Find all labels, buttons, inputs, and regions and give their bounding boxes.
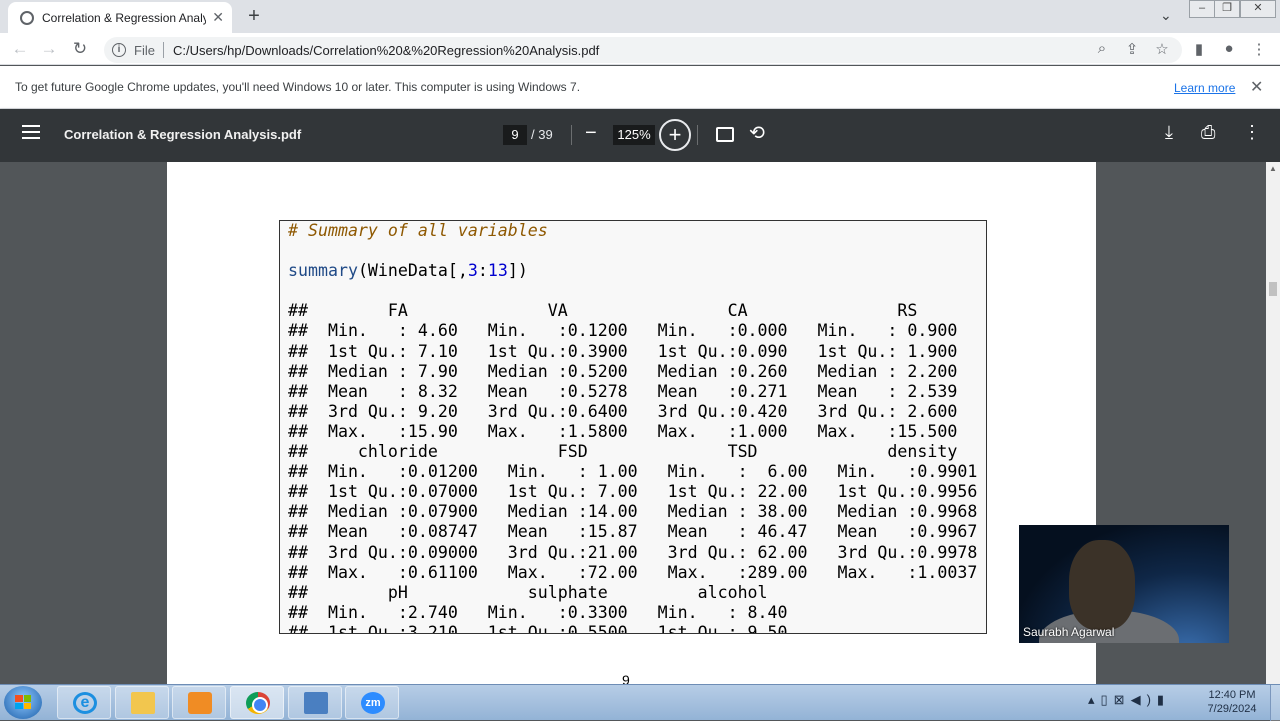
page-footer-number: 9 bbox=[622, 672, 630, 684]
rotate-icon[interactable]: ⟲ bbox=[749, 122, 765, 145]
clock-date: 7/29/2024 bbox=[1207, 703, 1257, 715]
zoom-magnifier-icon[interactable]: ⌕ bbox=[1093, 40, 1111, 57]
code-comment: # Summary of all variables bbox=[288, 221, 548, 240]
info-icon[interactable]: i bbox=[112, 43, 126, 57]
side-panel-icon[interactable]: ▮ bbox=[1190, 40, 1208, 58]
output-line: ## Max. :0.61100 Max. :72.00 Max. :289.0… bbox=[288, 562, 978, 582]
new-tab-button[interactable]: + bbox=[244, 5, 264, 28]
hamburger-menu-icon[interactable] bbox=[22, 125, 40, 143]
start-button[interactable] bbox=[4, 686, 42, 719]
download-icon[interactable]: ⤓ bbox=[1165, 122, 1173, 143]
update-infobar: To get future Google Chrome updates, you… bbox=[0, 66, 1280, 109]
output-line: ## pH sulphate alcohol bbox=[288, 582, 768, 602]
tab-search-chevron-icon[interactable]: ⌄ bbox=[1160, 7, 1172, 24]
folder-icon bbox=[131, 692, 155, 714]
taskbar-remote-desktop[interactable] bbox=[288, 686, 342, 719]
code-block: # Summary of all variables summary(WineD… bbox=[279, 220, 987, 634]
output-line: ## 3rd Qu.:0.09000 3rd Qu.:21.00 3rd Qu.… bbox=[288, 542, 978, 562]
taskbar-zoom[interactable]: zm bbox=[345, 686, 399, 719]
url-text[interactable]: C:/Users/hp/Downloads/Correlation%20&%20… bbox=[173, 43, 599, 58]
page-total: / 39 bbox=[531, 127, 553, 142]
system-tray-icons[interactable]: ▴▯⊠◀)▮ bbox=[1088, 692, 1170, 708]
address-separator bbox=[162, 42, 164, 58]
output-line: ## Mean : 8.32 Mean :0.5278 Mean :0.271 … bbox=[288, 381, 958, 401]
bookmark-star-icon[interactable]: ☆ bbox=[1153, 40, 1171, 58]
remote-desktop-icon bbox=[304, 692, 328, 714]
more-actions-icon[interactable]: ⋮ bbox=[1243, 122, 1261, 143]
infobar-message: To get future Google Chrome updates, you… bbox=[15, 80, 581, 94]
windows-logo-icon bbox=[15, 695, 31, 709]
taskbar-media-player[interactable] bbox=[172, 686, 226, 719]
forward-button[interactable]: → bbox=[38, 38, 60, 60]
tab-title: Correlation & Regression Analysis bbox=[42, 10, 207, 25]
share-icon[interactable]: ⇪ bbox=[1123, 40, 1141, 58]
media-player-icon bbox=[188, 692, 212, 714]
zoom-out-button[interactable]: − bbox=[585, 122, 597, 145]
pdf-document-title: Correlation & Regression Analysis.pdf bbox=[64, 127, 302, 142]
scrollbar-thumb[interactable] bbox=[1269, 282, 1277, 296]
zoom-app-icon: zm bbox=[361, 692, 385, 714]
clock-time: 12:40 PM bbox=[1208, 689, 1256, 701]
participant-name: Saurabh Agarwal bbox=[1023, 625, 1115, 639]
output-line: ## Mean :0.08747 Mean :15.87 Mean : 46.4… bbox=[288, 522, 978, 542]
internet-explorer-icon: e bbox=[73, 692, 97, 714]
output-line: ## FA VA CA RS bbox=[288, 301, 918, 321]
code-args-close: ]) bbox=[507, 261, 528, 281]
browser-toolbar: ← → ↻ i File C:/Users/hp/Downloads/Corre… bbox=[0, 33, 1280, 65]
output-line: ## 1st Qu.:0.07000 1st Qu.: 7.00 1st Qu.… bbox=[288, 482, 978, 502]
browser-tab[interactable]: Correlation & Regression Analysis ✕ bbox=[8, 2, 232, 33]
taskbar-chrome[interactable] bbox=[230, 686, 284, 719]
code-number: 3 bbox=[467, 261, 478, 281]
code-colon: : bbox=[477, 261, 488, 281]
taskbar-internet-explorer[interactable]: e bbox=[57, 686, 111, 719]
output-line: ## Median :0.07900 Median :14.00 Median … bbox=[288, 502, 978, 522]
show-desktop-button[interactable] bbox=[1270, 685, 1280, 721]
presenter-head bbox=[1069, 540, 1135, 630]
back-button[interactable]: ← bbox=[9, 38, 31, 60]
output-line: ## 1st Qu.: 7.10 1st Qu.:0.3900 1st Qu.:… bbox=[288, 341, 958, 361]
output-line: ## Min. : 4.60 Min. :0.1200 Min. :0.000 … bbox=[288, 321, 958, 341]
page-number-input[interactable]: 9 bbox=[503, 125, 527, 145]
code-args: (WineData[, bbox=[357, 261, 468, 281]
close-tab-icon[interactable]: ✕ bbox=[212, 9, 224, 26]
code-function: summary bbox=[288, 261, 358, 281]
reload-button[interactable]: ↻ bbox=[69, 38, 91, 60]
url-scheme-label: File bbox=[134, 42, 155, 58]
pdf-page: # Summary of all variables summary(WineD… bbox=[167, 162, 1096, 684]
fit-to-page-icon[interactable] bbox=[716, 127, 734, 142]
windows-taskbar: e zm ▴▯⊠◀)▮ 12:40 PM 7/29/2024 bbox=[0, 684, 1280, 721]
tab-strip: Correlation & Regression Analysis ✕ + ⌄ … bbox=[0, 0, 1280, 33]
globe-icon bbox=[20, 10, 34, 25]
code-number: 13 bbox=[487, 261, 508, 281]
scroll-up-arrow-icon[interactable]: ▲ bbox=[1269, 164, 1277, 173]
output-line: ## Min. :0.01200 Min. : 1.00 Min. : 6.00… bbox=[288, 462, 978, 482]
output-line: ## chloride FSD TSD density bbox=[288, 442, 958, 462]
zoom-level-input[interactable]: 125% bbox=[613, 125, 655, 145]
output-line: ## Min. :2.740 Min. :0.3300 Min. : 8.40 bbox=[288, 602, 788, 622]
toolbar-divider bbox=[571, 125, 572, 145]
chrome-menu-icon[interactable]: ⋮ bbox=[1250, 40, 1268, 58]
restore-button[interactable]: ❐ bbox=[1214, 0, 1240, 18]
toolbar-divider bbox=[697, 125, 698, 145]
pdf-toolbar: Correlation & Regression Analysis.pdf 9 … bbox=[0, 109, 1280, 162]
profile-avatar-icon[interactable]: ● bbox=[1220, 40, 1238, 57]
zoom-in-button[interactable]: + bbox=[659, 119, 691, 151]
webcam-overlay: Saurabh Agarwal bbox=[1019, 525, 1229, 643]
chrome-icon bbox=[246, 692, 270, 714]
close-window-button[interactable]: ✕ bbox=[1240, 0, 1276, 18]
output-line: ## Max. :15.90 Max. :1.5800 Max. :1.000 … bbox=[288, 421, 958, 441]
system-clock[interactable]: 12:40 PM 7/29/2024 bbox=[1200, 688, 1264, 716]
close-infobar-icon[interactable]: ✕ bbox=[1250, 77, 1263, 97]
print-icon[interactable]: ⎙ bbox=[1201, 122, 1215, 143]
learn-more-link[interactable]: Learn more bbox=[1174, 81, 1235, 95]
output-line: ## 3rd Qu.: 9.20 3rd Qu.:0.6400 3rd Qu.:… bbox=[288, 401, 958, 421]
output-line: ## Median : 7.90 Median :0.5200 Median :… bbox=[288, 361, 958, 381]
output-line: ## 1st Qu.:3.210 1st Qu.:0.5500 1st Qu.:… bbox=[288, 622, 788, 634]
pdf-scrollbar[interactable]: ▲ bbox=[1266, 162, 1280, 684]
code-text: # Summary of all variables summary(WineD… bbox=[288, 221, 978, 634]
minimize-button[interactable]: – bbox=[1189, 0, 1215, 18]
taskbar-file-explorer[interactable] bbox=[115, 686, 169, 719]
address-bar[interactable]: i File C:/Users/hp/Downloads/Correlation… bbox=[104, 37, 1182, 63]
